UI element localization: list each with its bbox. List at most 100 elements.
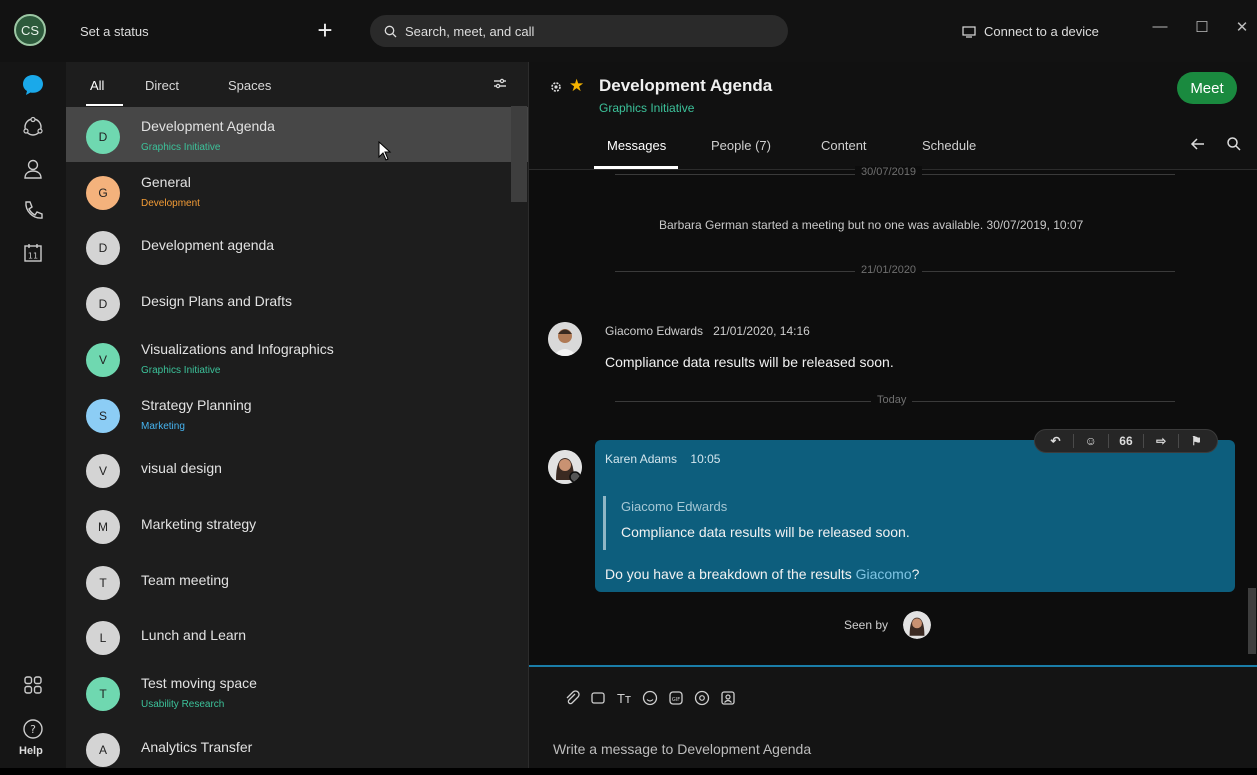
message-time: 21/01/2020, 14:16	[713, 324, 810, 338]
conversation-scrollbar[interactable]	[1248, 588, 1256, 654]
search-icon	[384, 25, 397, 37]
space-avatar: A	[86, 732, 120, 767]
message-text: Do you have a breakdown of the results G…	[605, 566, 919, 582]
reply-thread-icon[interactable]	[1190, 136, 1206, 152]
space-team-label[interactable]: Graphics Initiative	[599, 101, 694, 115]
space-title: Analytics Transfer	[141, 738, 253, 755]
space-title: Marketing strategy	[141, 515, 257, 532]
space-list-item[interactable]: L Lunch and Learn	[66, 608, 528, 663]
connect-device-button[interactable]: Connect to a device	[962, 24, 1099, 39]
space-title: Development agenda	[141, 237, 275, 254]
connect-device-label: Connect to a device	[984, 24, 1099, 39]
active-tab-indicator	[86, 104, 123, 106]
minimize-button[interactable]: —	[1150, 18, 1170, 38]
forward-icon[interactable]: ⇨	[1149, 434, 1173, 448]
space-list-item[interactable]: V Visualizations and Infographics Graphics…	[66, 330, 528, 385]
tab-all[interactable]: All	[90, 78, 104, 93]
close-button[interactable]: ✕	[1232, 18, 1252, 38]
filter-tabs: All Direct Spaces	[66, 62, 528, 106]
mouse-cursor-icon	[378, 141, 392, 161]
tab-direct[interactable]: Direct	[145, 78, 179, 93]
contacts-icon[interactable]	[20, 156, 46, 182]
quote-author: Giacomo Edwards	[621, 499, 728, 514]
tab-spaces[interactable]: Spaces	[228, 78, 271, 93]
space-list-item[interactable]: S Strategy Planning Marketing	[66, 386, 528, 441]
search-placeholder: Search, meet, and call	[405, 23, 535, 39]
space-list-item[interactable]: D Design Plans and Drafts	[66, 274, 528, 329]
space-list-item[interactable]: G General Development	[66, 163, 528, 218]
mention-icon[interactable]	[693, 689, 711, 707]
gif-icon[interactable]: GIF	[667, 689, 685, 707]
space-avatar: T	[86, 565, 120, 600]
space-avatar: D	[86, 287, 120, 322]
message-text-after-mention: ?	[911, 566, 920, 582]
calls-icon[interactable]	[20, 198, 46, 224]
calendar-icon[interactable]: 11	[20, 240, 46, 266]
space-team-label: Usability Research	[141, 699, 225, 710]
space-list-item[interactable]: D Development agenda	[66, 218, 528, 273]
tab-schedule[interactable]: Schedule	[922, 138, 976, 153]
space-title: General	[141, 173, 191, 190]
space-list-item[interactable]: A Analytics Transfer	[66, 720, 528, 775]
emoji-react-icon[interactable]: ☺	[1079, 434, 1103, 448]
new-space-button[interactable]: +	[312, 17, 338, 44]
space-avatar: S	[86, 398, 120, 433]
message-text: Compliance data results will be released…	[605, 354, 894, 370]
tab-messages[interactable]: Messages	[607, 138, 666, 153]
message-time: 10:05	[690, 452, 721, 466]
avatar[interactable]	[548, 450, 582, 484]
quote-icon[interactable]: 66	[1114, 434, 1138, 448]
search-icon[interactable]	[1226, 136, 1242, 152]
space-avatar: D	[86, 231, 120, 266]
svg-text:11: 11	[28, 252, 38, 261]
set-status-button[interactable]: Set a status	[80, 24, 149, 39]
flag-icon[interactable]: ⚑	[1184, 434, 1208, 448]
space-team-label: Graphics Initiative	[141, 142, 221, 153]
favorite-star-icon[interactable]: ★	[569, 76, 584, 96]
message-meta: Karen Adams 10:05	[605, 452, 720, 466]
space-title: Test moving space	[141, 675, 257, 691]
user-avatar[interactable]: CS	[14, 14, 46, 46]
tab-people[interactable]: People (7)	[711, 138, 771, 153]
space-title: Development Agenda	[599, 76, 773, 95]
meet-button[interactable]: Meet	[1177, 72, 1237, 104]
messaging-icon[interactable]	[20, 72, 46, 98]
avatar[interactable]	[903, 611, 931, 639]
space-list-item[interactable]: D Development Agenda Graphics Initiative	[66, 107, 528, 162]
attachment-icon[interactable]	[563, 689, 581, 707]
avatar[interactable]	[548, 322, 582, 356]
tab-content[interactable]: Content	[821, 138, 867, 153]
mention[interactable]: Giacomo	[856, 566, 912, 582]
message-author[interactable]: Giacomo Edwards	[605, 324, 703, 338]
message-bubble[interactable]: Karen Adams 10:05 Giacomo Edwards Compli…	[595, 440, 1235, 592]
text-format-icon[interactable]: Tт	[615, 689, 633, 707]
apps-grid-icon[interactable]	[20, 672, 46, 698]
quote-text: Compliance data results will be released…	[621, 524, 910, 540]
maximize-button[interactable]: ☐	[1192, 18, 1212, 38]
space-title: Team meeting	[141, 571, 229, 588]
reply-icon[interactable]: ↶	[1044, 434, 1068, 448]
message-meta: Giacomo Edwards 21/01/2020, 14:16	[605, 324, 810, 338]
emoji-icon[interactable]	[641, 689, 659, 707]
space-title: Development Agenda	[141, 118, 275, 134]
space-avatar: G	[86, 175, 120, 210]
contact-card-icon[interactable]	[719, 689, 737, 707]
settings-gear-icon[interactable]	[549, 80, 563, 94]
help-icon[interactable]: ?	[20, 716, 46, 742]
space-team-label: Marketing	[141, 420, 185, 432]
space-list-item[interactable]: Vvisual design	[66, 441, 528, 496]
space-list-item[interactable]: T Team meeting	[66, 553, 528, 608]
message-input[interactable]: Write a message to Development Agenda	[553, 741, 811, 757]
space-list-item[interactable]: T Test moving space Usability Research	[66, 664, 528, 719]
whiteboard-icon[interactable]	[589, 689, 607, 707]
teams-icon[interactable]	[20, 114, 46, 140]
search-input[interactable]: Search, meet, and call	[370, 15, 788, 47]
message-author[interactable]: Karen Adams	[605, 452, 677, 466]
conversation-header: ★ Development Agenda Graphics Initiative…	[529, 62, 1257, 170]
today-divider-label: Today	[871, 394, 913, 406]
space-list-item[interactable]: M Marketing strategy	[66, 497, 528, 552]
space-list-scrollbar[interactable]	[511, 106, 527, 202]
space-avatar: T	[86, 677, 120, 711]
seen-by-label: Seen by	[844, 618, 889, 632]
filter-icon[interactable]	[492, 76, 508, 92]
